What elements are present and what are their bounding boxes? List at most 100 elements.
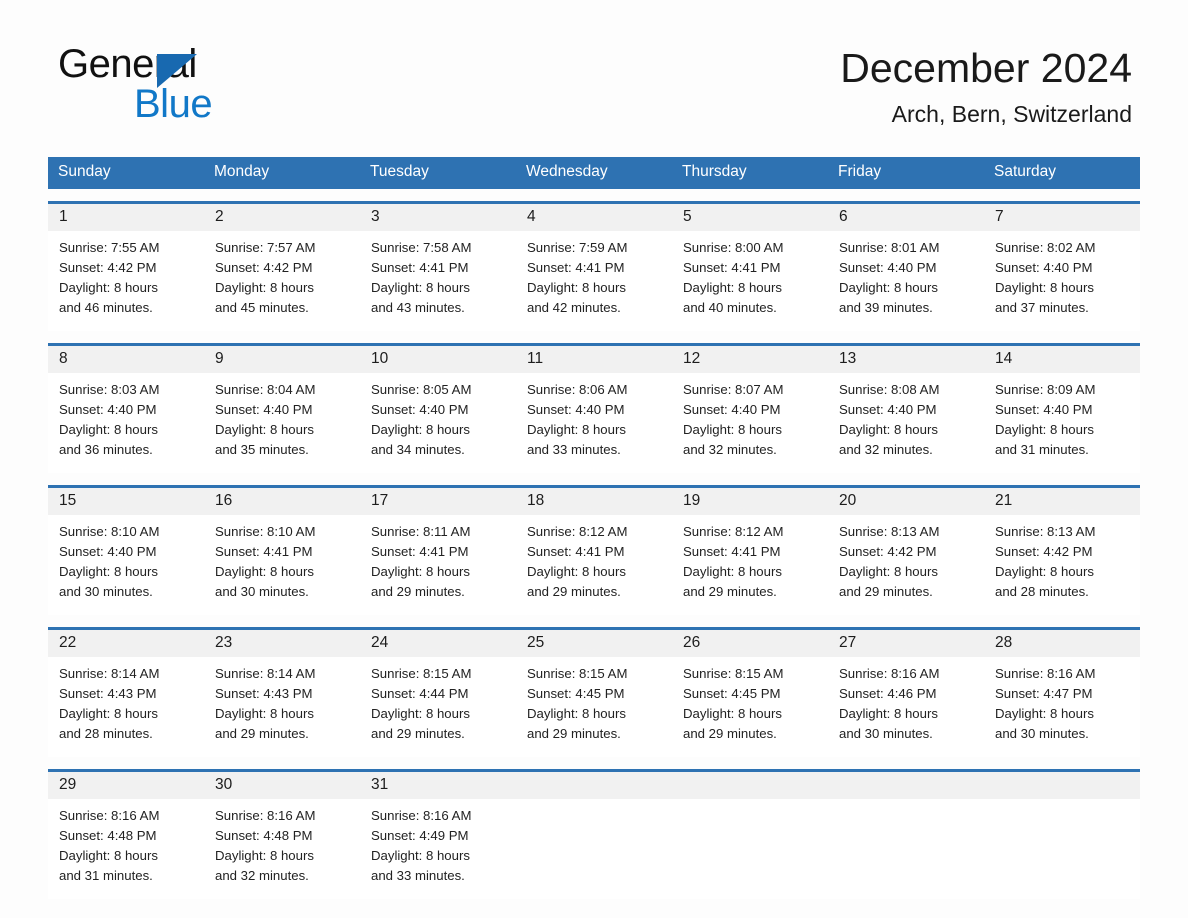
day-number[interactable]: 19 — [672, 488, 828, 515]
daylight-text: Daylight: 8 hours — [527, 564, 626, 579]
sunrise-text: Sunrise: 8:09 AM — [995, 382, 1096, 397]
daylight-text-cont: and 29 minutes. — [371, 584, 465, 599]
daylight-text: Daylight: 8 hours — [839, 706, 938, 721]
day-number[interactable]: 28 — [984, 630, 1140, 657]
calendar-table: Sunday Monday Tuesday Wednesday Thursday… — [48, 157, 1140, 899]
daylight-text: Daylight: 8 hours — [527, 280, 626, 295]
day-number[interactable]: 31 — [360, 772, 516, 799]
sunset-text: Sunset: 4:42 PM — [215, 260, 313, 275]
daylight-text: Daylight: 8 hours — [59, 706, 158, 721]
day-cell: Sunrise: 8:10 AM Sunset: 4:41 PM Dayligh… — [204, 515, 360, 615]
day-cell: Sunrise: 8:00 AM Sunset: 4:41 PM Dayligh… — [672, 231, 828, 331]
day-cell: Sunrise: 8:16 AM Sunset: 4:49 PM Dayligh… — [360, 799, 516, 899]
day-cell: Sunrise: 8:03 AM Sunset: 4:40 PM Dayligh… — [48, 373, 204, 473]
day-number[interactable]: 20 — [828, 488, 984, 515]
day-cell: Sunrise: 7:59 AM Sunset: 4:41 PM Dayligh… — [516, 231, 672, 331]
sunrise-text: Sunrise: 8:01 AM — [839, 240, 940, 255]
sunset-text: Sunset: 4:40 PM — [59, 544, 157, 559]
daylight-text: Daylight: 8 hours — [371, 706, 470, 721]
day-number[interactable]: 30 — [204, 772, 360, 799]
day-number[interactable]: 9 — [204, 346, 360, 373]
daylight-text-cont: and 33 minutes. — [527, 442, 621, 457]
daylight-text: Daylight: 8 hours — [995, 564, 1094, 579]
daylight-text-cont: and 29 minutes. — [683, 584, 777, 599]
day-number[interactable]: 29 — [48, 772, 204, 799]
day-cell: Sunrise: 8:16 AM Sunset: 4:47 PM Dayligh… — [984, 657, 1140, 757]
daylight-text-cont: and 29 minutes. — [839, 584, 933, 599]
day-number[interactable]: 15 — [48, 488, 204, 515]
day-number-band: 15 16 17 18 19 20 21 — [48, 488, 1140, 515]
day-number[interactable]: 1 — [48, 204, 204, 231]
sunset-text: Sunset: 4:44 PM — [371, 686, 469, 701]
weekday-header-thursday: Thursday — [682, 163, 747, 180]
day-number[interactable]: 24 — [360, 630, 516, 657]
daylight-text: Daylight: 8 hours — [59, 280, 158, 295]
daylight-text-cont: and 29 minutes. — [215, 726, 309, 741]
day-cell: Sunrise: 8:08 AM Sunset: 4:40 PM Dayligh… — [828, 373, 984, 473]
daylight-text: Daylight: 8 hours — [59, 848, 158, 863]
day-number[interactable]: 26 — [672, 630, 828, 657]
daylight-text: Daylight: 8 hours — [839, 280, 938, 295]
sunset-text: Sunset: 4:49 PM — [371, 828, 469, 843]
day-number[interactable]: 5 — [672, 204, 828, 231]
day-number[interactable]: 2 — [204, 204, 360, 231]
sunrise-text: Sunrise: 8:04 AM — [215, 382, 316, 397]
daylight-text-cont: and 42 minutes. — [527, 300, 621, 315]
daylight-text-cont: and 29 minutes. — [527, 726, 621, 741]
daylight-text: Daylight: 8 hours — [995, 422, 1094, 437]
daylight-text-cont: and 37 minutes. — [995, 300, 1089, 315]
brand-logo[interactable]: General Blue — [58, 44, 358, 124]
daylight-text: Daylight: 8 hours — [215, 564, 314, 579]
day-cell: Sunrise: 8:15 AM Sunset: 4:44 PM Dayligh… — [360, 657, 516, 757]
sunset-text: Sunset: 4:42 PM — [59, 260, 157, 275]
daylight-text: Daylight: 8 hours — [527, 706, 626, 721]
sunset-text: Sunset: 4:43 PM — [215, 686, 313, 701]
day-number[interactable]: 10 — [360, 346, 516, 373]
day-number[interactable]: 3 — [360, 204, 516, 231]
sunset-text: Sunset: 4:40 PM — [59, 402, 157, 417]
day-cell: Sunrise: 8:16 AM Sunset: 4:46 PM Dayligh… — [828, 657, 984, 757]
day-number[interactable]: 6 — [828, 204, 984, 231]
sunset-text: Sunset: 4:48 PM — [59, 828, 157, 843]
sunset-text: Sunset: 4:40 PM — [995, 260, 1093, 275]
day-number[interactable]: 12 — [672, 346, 828, 373]
day-number-band: 22 23 24 25 26 27 28 — [48, 630, 1140, 657]
sunset-text: Sunset: 4:42 PM — [839, 544, 937, 559]
sunset-text: Sunset: 4:41 PM — [215, 544, 313, 559]
day-number[interactable]: 23 — [204, 630, 360, 657]
day-cell: Sunrise: 8:02 AM Sunset: 4:40 PM Dayligh… — [984, 231, 1140, 331]
day-number[interactable]: 11 — [516, 346, 672, 373]
title-block: December 2024 Arch, Bern, Switzerland — [840, 44, 1132, 127]
sunrise-text: Sunrise: 8:16 AM — [371, 808, 472, 823]
sunrise-text: Sunrise: 8:14 AM — [215, 666, 316, 681]
day-cell: Sunrise: 8:16 AM Sunset: 4:48 PM Dayligh… — [204, 799, 360, 899]
day-number[interactable]: 16 — [204, 488, 360, 515]
daylight-text-cont: and 45 minutes. — [215, 300, 309, 315]
day-number[interactable]: 27 — [828, 630, 984, 657]
weekday-header-wednesday: Wednesday — [526, 163, 608, 180]
day-number[interactable]: 18 — [516, 488, 672, 515]
calendar-week-row: 22 23 24 25 26 27 28 Sunrise: 8:14 AM Su… — [48, 627, 1140, 757]
day-number[interactable]: 17 — [360, 488, 516, 515]
sunrise-text: Sunrise: 8:02 AM — [995, 240, 1096, 255]
daylight-text: Daylight: 8 hours — [683, 706, 782, 721]
daylight-text: Daylight: 8 hours — [995, 280, 1094, 295]
day-number[interactable]: 7 — [984, 204, 1140, 231]
sunrise-text: Sunrise: 8:03 AM — [59, 382, 160, 397]
daylight-text-cont: and 31 minutes. — [995, 442, 1089, 457]
day-number[interactable]: 22 — [48, 630, 204, 657]
sunrise-text: Sunrise: 8:15 AM — [371, 666, 472, 681]
weekday-header-tuesday: Tuesday — [370, 163, 429, 180]
daylight-text-cont: and 29 minutes. — [527, 584, 621, 599]
day-number[interactable]: 13 — [828, 346, 984, 373]
daylight-text-cont: and 31 minutes. — [59, 868, 153, 883]
day-number[interactable]: 14 — [984, 346, 1140, 373]
day-number[interactable]: 21 — [984, 488, 1140, 515]
day-number[interactable]: 4 — [516, 204, 672, 231]
sunset-text: Sunset: 4:42 PM — [995, 544, 1093, 559]
day-number[interactable]: 8 — [48, 346, 204, 373]
day-cell: Sunrise: 8:06 AM Sunset: 4:40 PM Dayligh… — [516, 373, 672, 473]
day-cell: Sunrise: 8:04 AM Sunset: 4:40 PM Dayligh… — [204, 373, 360, 473]
day-number[interactable]: 25 — [516, 630, 672, 657]
daylight-text: Daylight: 8 hours — [683, 564, 782, 579]
